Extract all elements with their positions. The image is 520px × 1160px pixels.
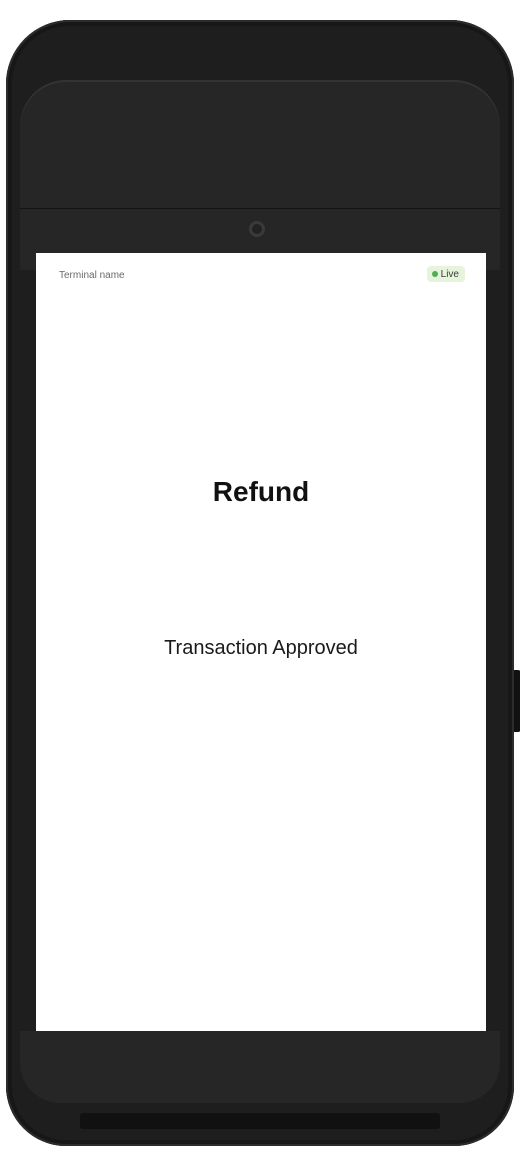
live-status-badge: Live: [426, 266, 465, 282]
live-badge-label: Live: [440, 268, 459, 280]
payment-terminal-device: Terminal name Live Refund Transaction Ap…: [6, 20, 520, 1146]
terminal-name: Terminal name: [59, 270, 125, 281]
bottom-bezel: [20, 1031, 500, 1103]
status-bar: Terminal name Live: [36, 253, 486, 297]
card-slot: [80, 1113, 440, 1129]
terminal-screen: Terminal name Live Refund Transaction Ap…: [36, 253, 486, 1051]
camera-icon: [249, 221, 265, 237]
top-bezel: [20, 80, 500, 270]
page-title: Refund: [212, 476, 310, 507]
side-button[interactable]: [514, 670, 520, 732]
live-dot-icon: [431, 271, 438, 277]
bezel-divider: [20, 208, 500, 209]
transaction-status-message: Transaction Approved: [164, 637, 358, 659]
